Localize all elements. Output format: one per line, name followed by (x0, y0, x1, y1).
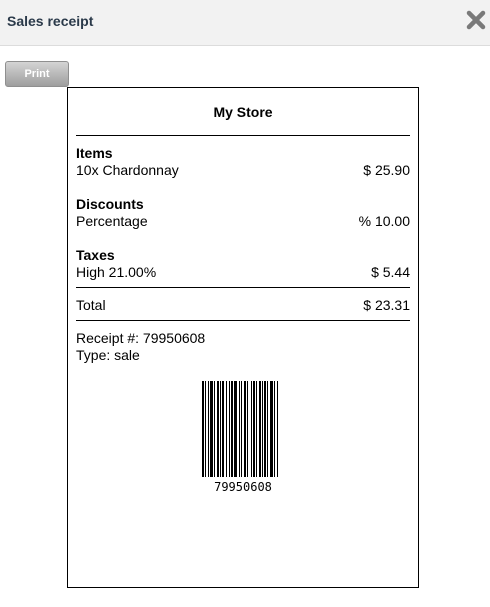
taxes-heading: Taxes (76, 247, 115, 263)
total-value: $ 23.31 (363, 297, 410, 313)
discount-label: Percentage (76, 213, 148, 229)
close-icon[interactable] (464, 8, 488, 32)
barcode-number: 79950608 (214, 480, 272, 494)
discount-row: Percentage % 10.00 (76, 213, 410, 229)
discount-value: % 10.00 (358, 213, 410, 229)
store-name: My Store (213, 104, 273, 120)
barcode-image (202, 381, 278, 477)
item-value: $ 25.90 (363, 162, 410, 178)
dialog-title: Sales receipt (7, 13, 94, 29)
tax-row: High 21.00% $ 5.44 (76, 264, 410, 280)
total-row: Total $ 23.31 (76, 297, 410, 313)
divider (76, 320, 410, 321)
tax-label: High 21.00% (76, 264, 157, 280)
dialog-titlebar: Sales receipt (0, 0, 490, 46)
divider (76, 135, 410, 136)
receipt: My Store Items 10x Chardonnay $ 25.90 Di… (67, 87, 419, 588)
item-label: 10x Chardonnay (76, 162, 179, 178)
divider (76, 287, 410, 288)
tax-value: $ 5.44 (371, 264, 410, 280)
close-button[interactable] (464, 8, 488, 32)
barcode-bars (202, 381, 278, 477)
items-heading: Items (76, 145, 113, 161)
print-button[interactable]: Print (5, 61, 69, 87)
discounts-heading: Discounts (76, 196, 144, 212)
item-row: 10x Chardonnay $ 25.90 (76, 162, 410, 178)
receipt-type: Type: sale (76, 347, 140, 363)
total-label: Total (76, 297, 106, 313)
receipt-number: Receipt #: 79950608 (76, 330, 206, 346)
